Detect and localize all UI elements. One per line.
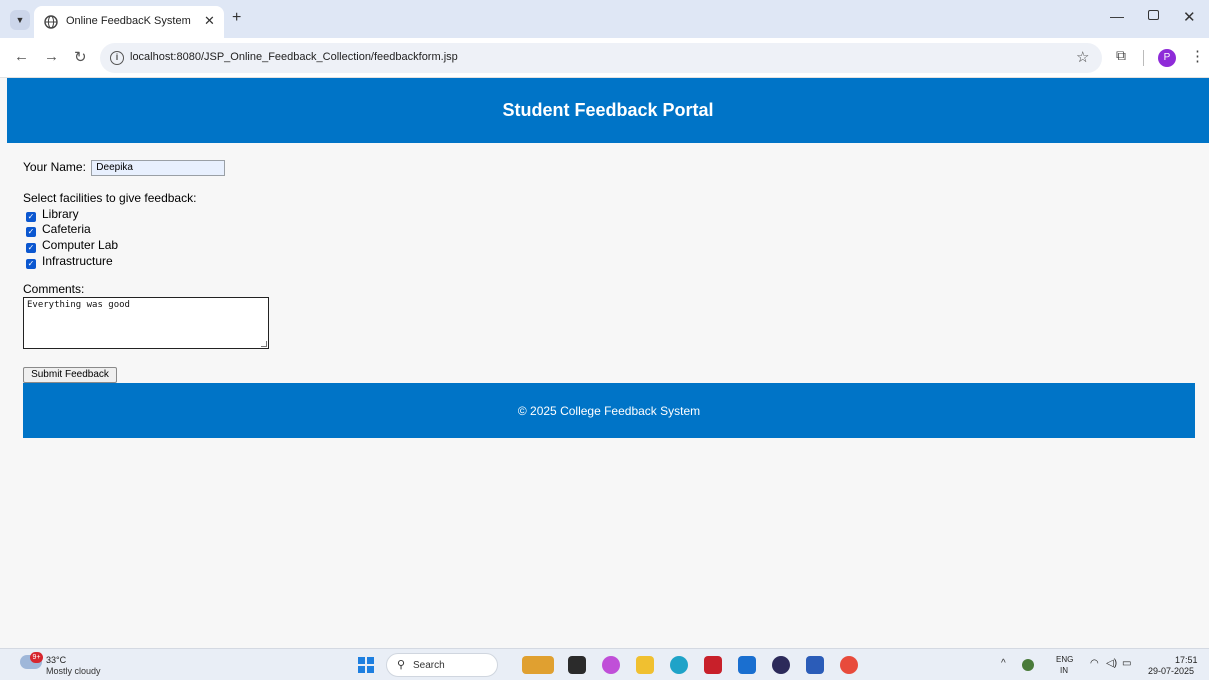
toolbar-divider bbox=[1143, 50, 1144, 66]
back-arrow-icon[interactable]: ← bbox=[14, 48, 29, 65]
eclipse-icon[interactable] bbox=[772, 656, 790, 674]
extensions-icon[interactable]: ⧉ bbox=[1116, 47, 1126, 64]
facility-option-infrastructure[interactable]: ✓ Infrastructure bbox=[26, 254, 113, 269]
url-text[interactable]: localhost:8080/JSP_Online_Feedback_Colle… bbox=[130, 51, 458, 63]
copilot-icon[interactable] bbox=[602, 656, 620, 674]
windows-taskbar: 9+ 33°C Mostly cloudy ⚲ Search ^ ENG IN … bbox=[0, 648, 1209, 680]
checkbox-checked-icon[interactable]: ✓ bbox=[26, 212, 36, 222]
comments-text: Everything was good bbox=[27, 300, 130, 310]
forward-arrow-icon[interactable]: → bbox=[44, 48, 59, 65]
name-input[interactable]: Deepika bbox=[91, 160, 226, 176]
page-header: Student Feedback Portal bbox=[7, 78, 1209, 143]
new-tab-button[interactable]: + bbox=[232, 9, 241, 27]
facility-label: Computer Lab bbox=[42, 238, 119, 252]
chrome-icon[interactable] bbox=[840, 656, 858, 674]
outlook-icon[interactable] bbox=[738, 656, 756, 674]
minimize-window-button[interactable]: — bbox=[1110, 8, 1124, 24]
name-row: Your Name: Deepika bbox=[23, 160, 226, 176]
clock-date[interactable]: 29-07-2025 bbox=[1148, 666, 1194, 676]
windows-start-icon[interactable] bbox=[358, 657, 374, 673]
edge-icon[interactable] bbox=[670, 656, 688, 674]
close-window-button[interactable]: ✕ bbox=[1183, 8, 1196, 26]
checkbox-checked-icon[interactable]: ✓ bbox=[26, 227, 36, 237]
reload-icon[interactable]: ↻ bbox=[74, 48, 87, 66]
tray-chevron-up-icon[interactable]: ^ bbox=[1001, 658, 1006, 669]
file-explorer-icon[interactable] bbox=[636, 656, 654, 674]
name-label: Your Name: bbox=[23, 160, 86, 175]
browser-tab-active[interactable]: Online FeedbacK System ✕ bbox=[34, 6, 224, 38]
facility-option-cafeteria[interactable]: ✓ Cafeteria bbox=[26, 222, 91, 237]
word-icon[interactable] bbox=[806, 656, 824, 674]
tab-search-button[interactable]: ▼ bbox=[10, 10, 30, 30]
page-footer: © 2025 College Feedback System bbox=[23, 383, 1195, 438]
browser-toolbar: ← → ↻ i localhost:8080/JSP_Online_Feedba… bbox=[0, 38, 1209, 78]
facility-option-computer-lab[interactable]: ✓ Computer Lab bbox=[26, 238, 118, 253]
search-label: Search bbox=[413, 660, 445, 671]
search-icon: ⚲ bbox=[397, 659, 406, 671]
tab-title: Online FeedbacK System bbox=[66, 15, 191, 27]
restore-window-button[interactable] bbox=[1148, 10, 1159, 20]
site-info-icon[interactable]: i bbox=[110, 51, 124, 65]
bookmark-star-icon[interactable]: ☆ bbox=[1076, 48, 1089, 66]
facilities-label: Select facilities to give feedback: bbox=[23, 191, 197, 205]
address-bar[interactable]: i localhost:8080/JSP_Online_Feedback_Col… bbox=[100, 43, 1102, 73]
tiger-widget-icon[interactable] bbox=[522, 656, 554, 674]
taskbar-search[interactable]: ⚲ Search bbox=[386, 653, 498, 677]
wifi-icon[interactable]: ◠ bbox=[1090, 658, 1099, 669]
more-menu-icon[interactable]: ⋮ bbox=[1190, 47, 1205, 65]
footer-text: © 2025 College Feedback System bbox=[517, 404, 701, 418]
facility-label: Library bbox=[42, 207, 79, 221]
resize-handle[interactable] bbox=[261, 341, 267, 347]
comments-textarea[interactable]: Everything was good bbox=[23, 297, 269, 349]
mcafee-icon[interactable] bbox=[704, 656, 722, 674]
battery-icon[interactable]: ▭ bbox=[1122, 658, 1131, 669]
clock-time[interactable]: 17:51 bbox=[1175, 655, 1198, 665]
globe-icon bbox=[44, 15, 58, 29]
task-view-icon[interactable] bbox=[568, 656, 586, 674]
weather-description[interactable]: Mostly cloudy bbox=[46, 666, 101, 676]
submit-feedback-button[interactable]: Submit Feedback bbox=[23, 367, 117, 383]
checkbox-checked-icon[interactable]: ✓ bbox=[26, 259, 36, 269]
page-title: Student Feedback Portal bbox=[502, 100, 714, 120]
language-region[interactable]: IN bbox=[1060, 666, 1068, 675]
facility-label: Infrastructure bbox=[42, 254, 113, 268]
checkbox-checked-icon[interactable]: ✓ bbox=[26, 243, 36, 253]
comments-label: Comments: bbox=[23, 282, 85, 296]
tray-app-icon[interactable] bbox=[1022, 659, 1034, 671]
facility-option-library[interactable]: ✓ Library bbox=[26, 207, 79, 222]
facility-label: Cafeteria bbox=[42, 222, 91, 236]
volume-icon[interactable]: ◁) bbox=[1106, 658, 1117, 669]
tab-close-icon[interactable]: ✕ bbox=[204, 13, 215, 29]
browser-tab-strip: ▼ Online FeedbacK System ✕ + — ✕ bbox=[0, 0, 1209, 38]
language-indicator[interactable]: ENG bbox=[1056, 655, 1073, 664]
weather-badge: 9+ bbox=[30, 652, 43, 663]
profile-avatar[interactable]: P bbox=[1158, 49, 1176, 67]
weather-temperature[interactable]: 33°C bbox=[46, 655, 66, 665]
